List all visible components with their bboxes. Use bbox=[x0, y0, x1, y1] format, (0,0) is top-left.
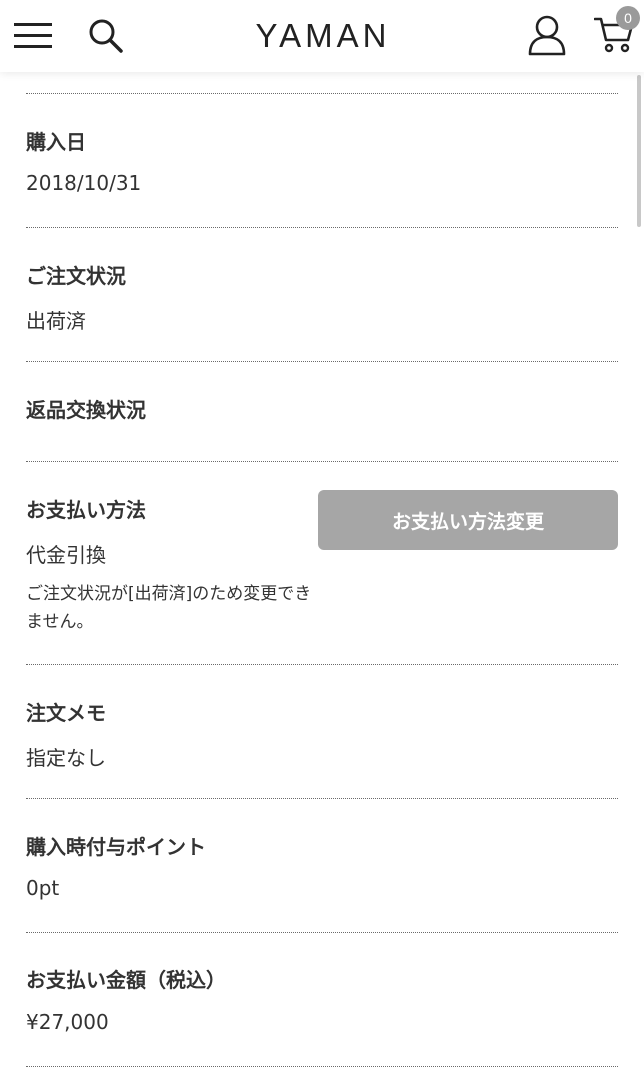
divider bbox=[26, 227, 618, 228]
divider bbox=[26, 461, 618, 462]
search-icon[interactable] bbox=[88, 18, 124, 54]
total-amount-label: お支払い金額（税込） bbox=[26, 968, 226, 992]
order-status-label: ご注文状況 bbox=[26, 264, 126, 288]
order-memo-label: 注文メモ bbox=[26, 701, 106, 725]
order-status-value: 出荷済 bbox=[26, 309, 86, 333]
payment-method-label: お支払い方法 bbox=[26, 498, 146, 522]
total-amount-value: ¥27,000 bbox=[26, 1010, 109, 1034]
divider bbox=[26, 361, 618, 362]
divider bbox=[26, 1066, 618, 1067]
payment-method-value: 代金引換 bbox=[26, 543, 106, 567]
brand-logo[interactable]: YAMAN bbox=[243, 16, 403, 56]
order-memo-value: 指定なし bbox=[26, 746, 106, 770]
points-value: 0pt bbox=[26, 876, 60, 900]
user-icon[interactable] bbox=[528, 14, 566, 56]
divider bbox=[26, 798, 618, 799]
purchase-date-label: 購入日 bbox=[26, 130, 86, 154]
divider bbox=[26, 664, 618, 665]
hamburger-menu-icon[interactable] bbox=[14, 20, 52, 50]
divider bbox=[26, 93, 618, 94]
site-header: YAMAN 0 bbox=[0, 0, 644, 72]
logo-text: YAMAN bbox=[255, 17, 391, 54]
purchase-date-value: 2018/10/31 bbox=[26, 171, 142, 195]
payment-change-note: ご注文状況が[出荷済]のため変更できません。 bbox=[26, 584, 312, 632]
scrollbar-thumb[interactable] bbox=[637, 75, 641, 227]
points-label: 購入時付与ポイント bbox=[26, 835, 206, 859]
change-payment-method-button[interactable]: お支払い方法変更 bbox=[318, 490, 618, 550]
divider bbox=[26, 932, 618, 933]
return-status-label: 返品交換状況 bbox=[26, 398, 146, 422]
cart-count-badge: 0 bbox=[616, 6, 640, 30]
